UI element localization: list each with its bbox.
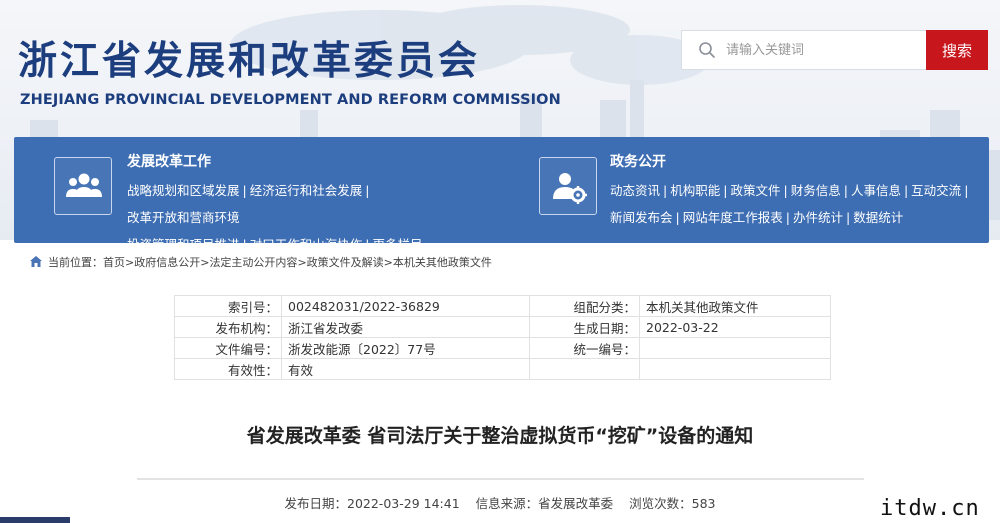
breadcrumb-item-policy-interpretation[interactable]: 政策文件及解读 xyxy=(307,256,384,269)
publisher-value: 浙江省发改委 xyxy=(281,316,530,338)
home-icon xyxy=(30,256,42,267)
nav-links-government-affairs: 动态资讯 | 机构职能 | 政策文件 | 财务信息 | 人事信息 | 互动交流 | 新闻发布会 | 网站年… xyxy=(610,177,980,231)
nav-title-development-reform[interactable]: 发展改革工作 xyxy=(127,151,211,171)
nav-separator: | xyxy=(242,183,247,198)
search-button[interactable]: 搜索 xyxy=(926,30,988,70)
nav-title-government-affairs[interactable]: 政务公开 xyxy=(610,151,666,171)
info-row: 文件编号： 浙发改能源〔2022〕77号 统一编号： xyxy=(174,337,831,359)
publisher-label: 发布机构： xyxy=(174,316,282,338)
info-row: 索引号： 002482031/2022-36829 组配分类： 本机关其他政策文… xyxy=(174,295,831,317)
info-row: 发布机构： 浙江省发改委 生成日期： 2022-03-22 xyxy=(174,316,831,338)
nav-separator: | xyxy=(903,183,909,198)
nav-separator: | xyxy=(785,210,790,225)
search-box xyxy=(681,30,927,70)
view-count: 浏览次数：583 xyxy=(629,496,716,511)
document-number-value: 浙发改能源〔2022〕77号 xyxy=(281,337,530,359)
document-number-label: 文件编号： xyxy=(174,337,282,359)
validity-label: 有效性： xyxy=(174,358,282,380)
unified-number-label: 统一编号： xyxy=(529,337,640,359)
breadcrumb: 当前位置：首页>政府信息公开>法定主动公开内容>政策文件及解读>本机关其他政策文… xyxy=(30,250,990,276)
nav-link-news[interactable]: 动态资讯 xyxy=(610,183,660,198)
nav-link-press-conference[interactable]: 新闻发布会 xyxy=(610,210,673,225)
search-input[interactable] xyxy=(726,39,916,61)
publish-date: 发布日期：2022-03-29 14:41 xyxy=(284,496,460,511)
people-group-icon xyxy=(54,157,112,215)
nav-separator: | xyxy=(663,183,668,198)
document-info-table: 索引号： 002482031/2022-36829 组配分类： 本机关其他政策文… xyxy=(174,295,831,380)
breadcrumb-separator: > xyxy=(383,256,393,269)
main-nav-panel: 发展改革工作 战略规划和区域发展 | 经济运行和社会发展 |改革开放和营商环境 投资管… xyxy=(14,137,989,252)
nav-separator: | xyxy=(843,183,848,198)
info-source: 信息来源：省发展改革委 xyxy=(475,496,614,511)
breadcrumb-item-statutory-content[interactable]: 法定主动公开内容 xyxy=(209,256,297,269)
nav-link-annual-report[interactable]: 网站年度工作报表 xyxy=(683,210,783,225)
search-icon xyxy=(699,42,715,58)
breadcrumb-separator: > xyxy=(125,256,135,269)
article-title: 省发展改革委 省司法厅关于整治虚拟货币“挖矿”设备的通知 xyxy=(246,425,754,447)
nav-link-reform-opening[interactable]: 改革开放和营商环境 xyxy=(127,210,240,225)
breadcrumb-item-home[interactable]: 首页 xyxy=(103,256,125,269)
user-gear-icon xyxy=(539,157,597,215)
nav-section-development-reform: 发展改革工作 战略规划和区域发展 | 经济运行和社会发展 |改革开放和营商环境 投资管… xyxy=(14,137,484,252)
breadcrumb-separator: > xyxy=(297,256,307,269)
article-meta: 发布日期：2022-03-29 14:41 信息来源：省发展改革委 浏览次数：5… xyxy=(0,493,1000,512)
nav-separator: | xyxy=(783,183,788,198)
nav-link-interaction[interactable]: 互动交流 xyxy=(911,183,961,198)
nav-link-case-statistics[interactable]: 办件统计 xyxy=(793,210,843,225)
nav-separator: | xyxy=(365,183,370,198)
nav-link-financial-info[interactable]: 财务信息 xyxy=(791,183,841,198)
nav-link-data-statistics[interactable]: 数据统计 xyxy=(853,210,903,225)
nav-link-strategic-planning[interactable]: 战略规划和区域发展 xyxy=(127,183,240,198)
nav-section-government-affairs: 政务公开 动态资讯 | 机构职能 | 政策文件 | 财务信息 | 人事信息 | 互动交流 | 新闻发布… xyxy=(537,137,989,243)
empty-cell xyxy=(639,358,831,380)
breadcrumb-prefix: 当前位置： xyxy=(48,256,103,269)
generated-date-label: 生成日期： xyxy=(529,316,640,338)
title-divider xyxy=(137,478,864,480)
category-label: 组配分类： xyxy=(529,295,640,317)
nav-separator: | xyxy=(964,183,969,198)
nav-separator: | xyxy=(845,210,851,225)
breadcrumb-item-other-policy-docs[interactable]: 本机关其他政策文件 xyxy=(393,256,492,269)
validity-value: 有效 xyxy=(281,358,530,380)
category-value: 本机关其他政策文件 xyxy=(639,295,831,317)
unified-number-value xyxy=(639,337,831,359)
nav-link-economic-operation[interactable]: 经济运行和社会发展 xyxy=(250,183,363,198)
nav-link-functions[interactable]: 机构职能 xyxy=(670,183,720,198)
info-row: 有效性： 有效 xyxy=(174,358,831,380)
generated-date-value: 2022-03-22 xyxy=(639,316,831,338)
watermark-text: itdw.cn xyxy=(880,496,980,521)
nav-separator: | xyxy=(723,183,728,198)
nav-links-development-reform: 战略规划和区域发展 | 经济运行和社会发展 |改革开放和营商环境 投资管理和项目推进 |… xyxy=(127,177,472,258)
bottom-bar xyxy=(0,517,70,523)
index-number-label: 索引号： xyxy=(174,295,282,317)
breadcrumb-item-info-disclosure[interactable]: 政府信息公开 xyxy=(134,256,200,269)
index-number-value: 002482031/2022-36829 xyxy=(281,295,530,317)
nav-link-policy-documents[interactable]: 政策文件 xyxy=(730,183,780,198)
site-title[interactable]: 浙江省发展和改革委员会 xyxy=(18,30,480,86)
nav-link-personnel-info[interactable]: 人事信息 xyxy=(851,183,901,198)
empty-cell xyxy=(529,358,640,380)
site-subtitle: ZHEJIANG PROVINCIAL DEVELOPMENT AND REFO… xyxy=(20,92,561,108)
nav-separator: | xyxy=(675,210,680,225)
